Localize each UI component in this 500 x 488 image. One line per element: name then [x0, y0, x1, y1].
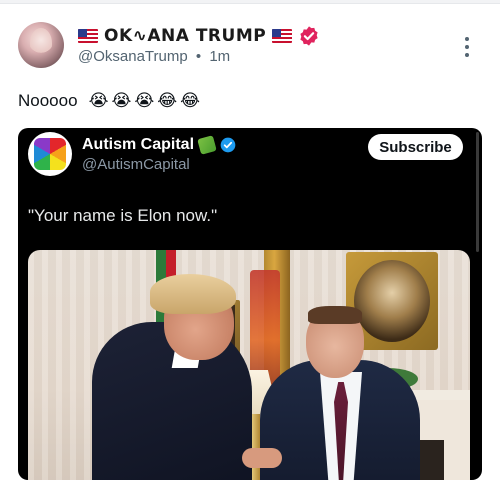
photo-person-left-hair [150, 274, 236, 314]
us-flag-icon [78, 29, 98, 43]
photo-portrait-inner [354, 260, 430, 342]
quoted-photo[interactable] [28, 250, 470, 480]
post-text-body: Nooooo [18, 91, 78, 110]
quoted-display-name[interactable]: Autism Capital [82, 136, 194, 154]
quoted-name-row: Autism Capital [82, 135, 236, 155]
top-divider [0, 0, 500, 4]
crying-emoji-icon: 😭 [111, 90, 132, 111]
author-display-name[interactable]: OK∿ANA TRUMP [104, 26, 266, 46]
scrollbar[interactable] [476, 132, 479, 252]
photo-handshake [242, 448, 282, 468]
quoted-text: "Your name is Elon now." [28, 206, 218, 225]
quoted-handle[interactable]: @AutismCapital [82, 156, 190, 173]
meta-separator: • [195, 48, 202, 65]
puzzle-piece-icon [197, 135, 217, 155]
verified-badge-icon [298, 25, 320, 47]
laughing-emoji-icon: 😂 [180, 90, 200, 111]
post-text: Nooooo 😭 😭 😭 😂 😂 [18, 90, 200, 112]
author-handle[interactable]: @OksanaTrump [78, 48, 188, 65]
author-meta: @OksanaTrump • 1m [78, 48, 230, 65]
quoted-post-card[interactable]: Autism Capital @AutismCapital Subscribe … [18, 128, 482, 480]
crying-emoji-icon: 😭 [88, 90, 109, 111]
rainbow-puzzle-icon [34, 138, 66, 170]
post-timestamp[interactable]: 1m [209, 48, 230, 65]
more-options-icon[interactable] [462, 36, 472, 58]
verified-badge-icon [220, 137, 236, 153]
crying-emoji-icon: 😭 [134, 90, 155, 111]
photo-person-right-hair [308, 306, 362, 324]
laughing-emoji-icon: 😂 [157, 90, 178, 111]
avatar[interactable] [18, 22, 64, 68]
quoted-avatar[interactable] [28, 132, 72, 176]
subscribe-button[interactable]: Subscribe [368, 134, 463, 160]
author-name-row: OK∿ANA TRUMP [78, 24, 320, 48]
us-flag-icon [272, 29, 293, 43]
